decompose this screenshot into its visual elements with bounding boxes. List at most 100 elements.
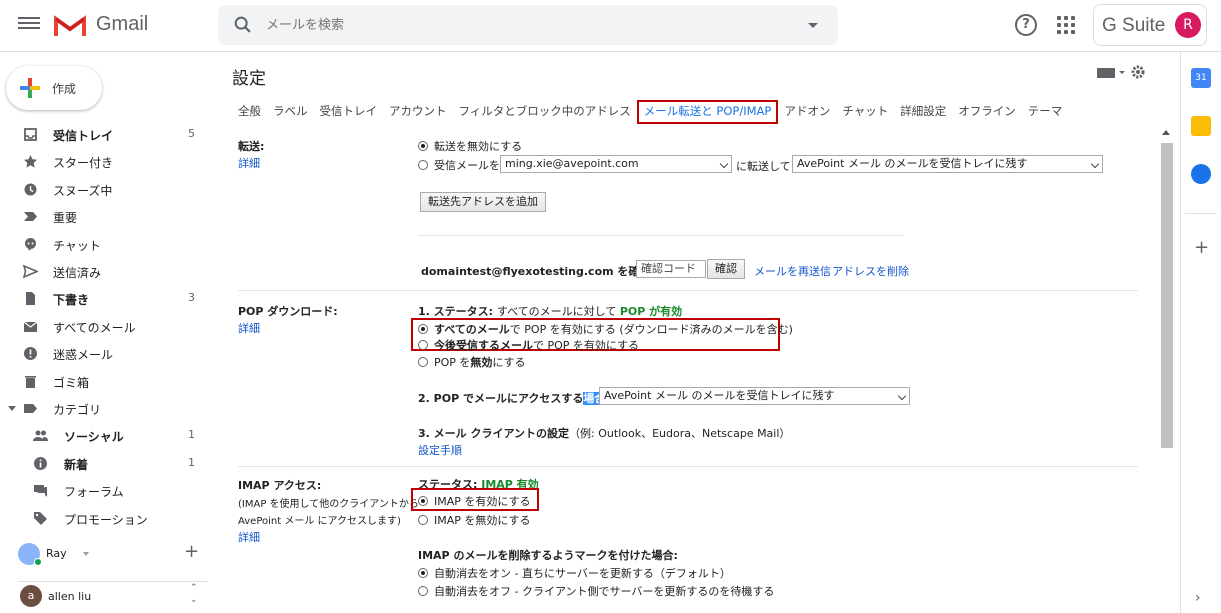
sidebar-item[interactable]: 受信トレイ 5	[0, 121, 210, 148]
sidebar-item[interactable]: ゴミ箱	[0, 368, 210, 395]
setup-instructions-link[interactable]: 設定手順	[418, 442, 462, 458]
resend-email-link[interactable]: メールを再送信	[754, 263, 831, 279]
search-bar[interactable]	[218, 5, 838, 45]
calendar-icon[interactable]: 31	[1191, 68, 1211, 88]
help-icon[interactable]: ?	[1015, 14, 1037, 36]
settings-tab[interactable]: アカウント	[383, 100, 453, 124]
auto-expunge-off-radio[interactable]: 自動消去をオフ - クライアント側でサーバーを更新するのを待機する	[418, 583, 774, 599]
sidebar-item[interactable]: 迷惑メール	[0, 340, 210, 367]
chevron-down-icon[interactable]	[8, 406, 16, 411]
sidebar-item[interactable]: 送信済み	[0, 258, 210, 285]
gmail-logo-icon[interactable]	[54, 14, 86, 38]
settings-content: 転送: 詳細 転送を無効にする 受信メールを ming.xie@avepoint…	[218, 130, 1158, 613]
expand-panel-icon[interactable]: ›	[1195, 590, 1201, 606]
draft-icon	[26, 292, 35, 306]
settings-tab[interactable]: フィルタとブロック中のアドレス	[453, 100, 637, 124]
scrollbar-thumb[interactable]	[1161, 143, 1173, 448]
settings-tab[interactable]: チャット	[836, 100, 894, 124]
settings-tab[interactable]: 詳細設定	[894, 100, 952, 124]
divider	[1185, 213, 1217, 214]
forward-address-select[interactable]: ming.xie@avepoint.com	[500, 155, 732, 173]
divider	[238, 466, 1138, 467]
pop-all-radio[interactable]: すべてのメールで POP を有効にする (ダウンロード済みのメールを含む)	[418, 321, 793, 337]
sidebar-item-label: ソーシャル	[64, 430, 124, 445]
account-avatar[interactable]: R	[1175, 12, 1201, 38]
clock-icon	[24, 183, 37, 196]
gear-icon[interactable]	[1130, 64, 1146, 80]
tag-icon	[34, 511, 47, 525]
settings-tab[interactable]: 全般	[232, 100, 267, 124]
chevron-down-icon[interactable]	[83, 552, 89, 556]
sidebar-item[interactable]: フォーラム	[0, 477, 210, 504]
chat-contact[interactable]: a allen liu ⌃ ⌄	[18, 581, 208, 607]
forwarding-disable-radio[interactable]: 転送を無効にする	[418, 138, 522, 154]
star-icon	[24, 155, 38, 168]
keep-icon[interactable]	[1191, 116, 1211, 136]
pop-label: POP ダウンロード:	[238, 305, 338, 318]
search-icon[interactable]	[232, 14, 254, 36]
verify-button[interactable]: 確認	[707, 259, 745, 279]
settings-tab[interactable]: テーマ	[1022, 100, 1069, 124]
verify-address-text: domaintest@flyexotesting.com を確認	[421, 265, 651, 278]
imap-disable-radio[interactable]: IMAP を無効にする	[418, 512, 531, 528]
pop-new-radio[interactable]: 今後受信するメールで POP を有効にする	[418, 337, 639, 353]
search-options-icon[interactable]	[808, 23, 818, 28]
imap-note-1: (IMAP を使用して他のクライアントから	[238, 499, 419, 510]
auto-expunge-on-radio[interactable]: 自動消去をオン - 直ちにサーバーを更新する（デフォルト）	[418, 565, 731, 581]
sidebar-item-label: 下書き	[53, 293, 90, 308]
sidebar-item[interactable]: カテゴリ	[0, 395, 210, 422]
forward-action-select[interactable]: AvePoint メール のメールを受信トレイに残す	[792, 155, 1103, 173]
sidebar-item-label: ゴミ箱	[53, 375, 90, 390]
add-addon-icon[interactable]: +	[1194, 237, 1209, 258]
sidebar-item-label: スヌーズ中	[53, 183, 113, 198]
keyboard-icon[interactable]	[1096, 67, 1126, 79]
forwarding-detail-link[interactable]: 詳細	[238, 155, 260, 171]
scroll-up-icon[interactable]	[1162, 130, 1170, 135]
spam-icon	[24, 347, 37, 361]
tasks-icon[interactable]	[1191, 164, 1211, 184]
sidebar-item[interactable]: 重要	[0, 203, 210, 230]
forwarding-enable-radio[interactable]: 受信メールを	[418, 157, 500, 173]
imap-enable-radio[interactable]: IMAP を有効にする	[418, 493, 531, 509]
sidebar: 作成 受信トレイ 5 スター付きスヌーズ中重要 チャット送信済み下書き 3 すべてのメール…	[0, 52, 218, 613]
settings-tab[interactable]: メール転送と POP/IMAP	[636, 100, 779, 124]
settings-tab[interactable]: ラベル	[267, 100, 314, 124]
sidebar-item-label: すべてのメール	[53, 320, 136, 335]
sidebar-item[interactable]: すべてのメール	[0, 313, 210, 340]
pop-disable-radio[interactable]: POP を無効にする	[418, 354, 526, 370]
sidebar-item[interactable]: チャット	[0, 231, 210, 258]
main-menu-icon[interactable]	[18, 14, 40, 36]
settings-tab[interactable]: 受信トレイ	[314, 100, 384, 124]
sidebar-item-label: 受信トレイ	[53, 129, 114, 143]
compose-button[interactable]: 作成	[6, 66, 102, 110]
gsuite-account-box[interactable]: G Suite R	[1093, 4, 1207, 46]
sidebar-item[interactable]: プロモーション	[0, 505, 210, 532]
sidebar-item[interactable]: 下書き 3	[0, 285, 210, 312]
settings-tab[interactable]: オフライン	[952, 100, 1022, 124]
compose-plus-icon	[20, 78, 40, 98]
app-name[interactable]: Gmail	[96, 13, 148, 36]
scroll-arrows-icon[interactable]: ⌃ ⌄	[190, 582, 198, 606]
people-icon	[33, 430, 48, 442]
contact-avatar: a	[20, 585, 42, 607]
label-icon	[24, 404, 37, 413]
hangouts-user[interactable]: Ray +	[18, 541, 218, 567]
sidebar-item[interactable]: ソーシャル 1	[0, 422, 210, 449]
apps-grid-icon[interactable]	[1057, 16, 1075, 34]
sidebar-item-label: 新着	[64, 457, 89, 472]
pop-detail-link[interactable]: 詳細	[238, 320, 260, 336]
delete-address-link[interactable]: アドレスを削除	[832, 263, 909, 279]
settings-tab[interactable]: アドオン	[778, 100, 836, 124]
sidebar-item-label: 送信済み	[53, 266, 102, 280]
add-chat-icon[interactable]: +	[184, 541, 199, 562]
sidebar-item[interactable]: スヌーズ中	[0, 176, 210, 203]
sidebar-item[interactable]: 新着 1	[0, 450, 210, 477]
pop-access-select[interactable]: AvePoint メール のメールを受信トレイに残す	[599, 387, 910, 405]
search-input[interactable]	[266, 15, 766, 35]
contact-name: allen liu	[48, 590, 92, 603]
verify-code-input[interactable]: 確認コード	[636, 260, 706, 278]
imap-detail-link[interactable]: 詳細	[238, 529, 260, 545]
sidebar-item[interactable]: スター付き	[0, 148, 210, 175]
add-forwarding-address-button[interactable]: 転送先アドレスを追加	[420, 192, 546, 212]
forwarding-label: 転送:	[238, 140, 265, 153]
